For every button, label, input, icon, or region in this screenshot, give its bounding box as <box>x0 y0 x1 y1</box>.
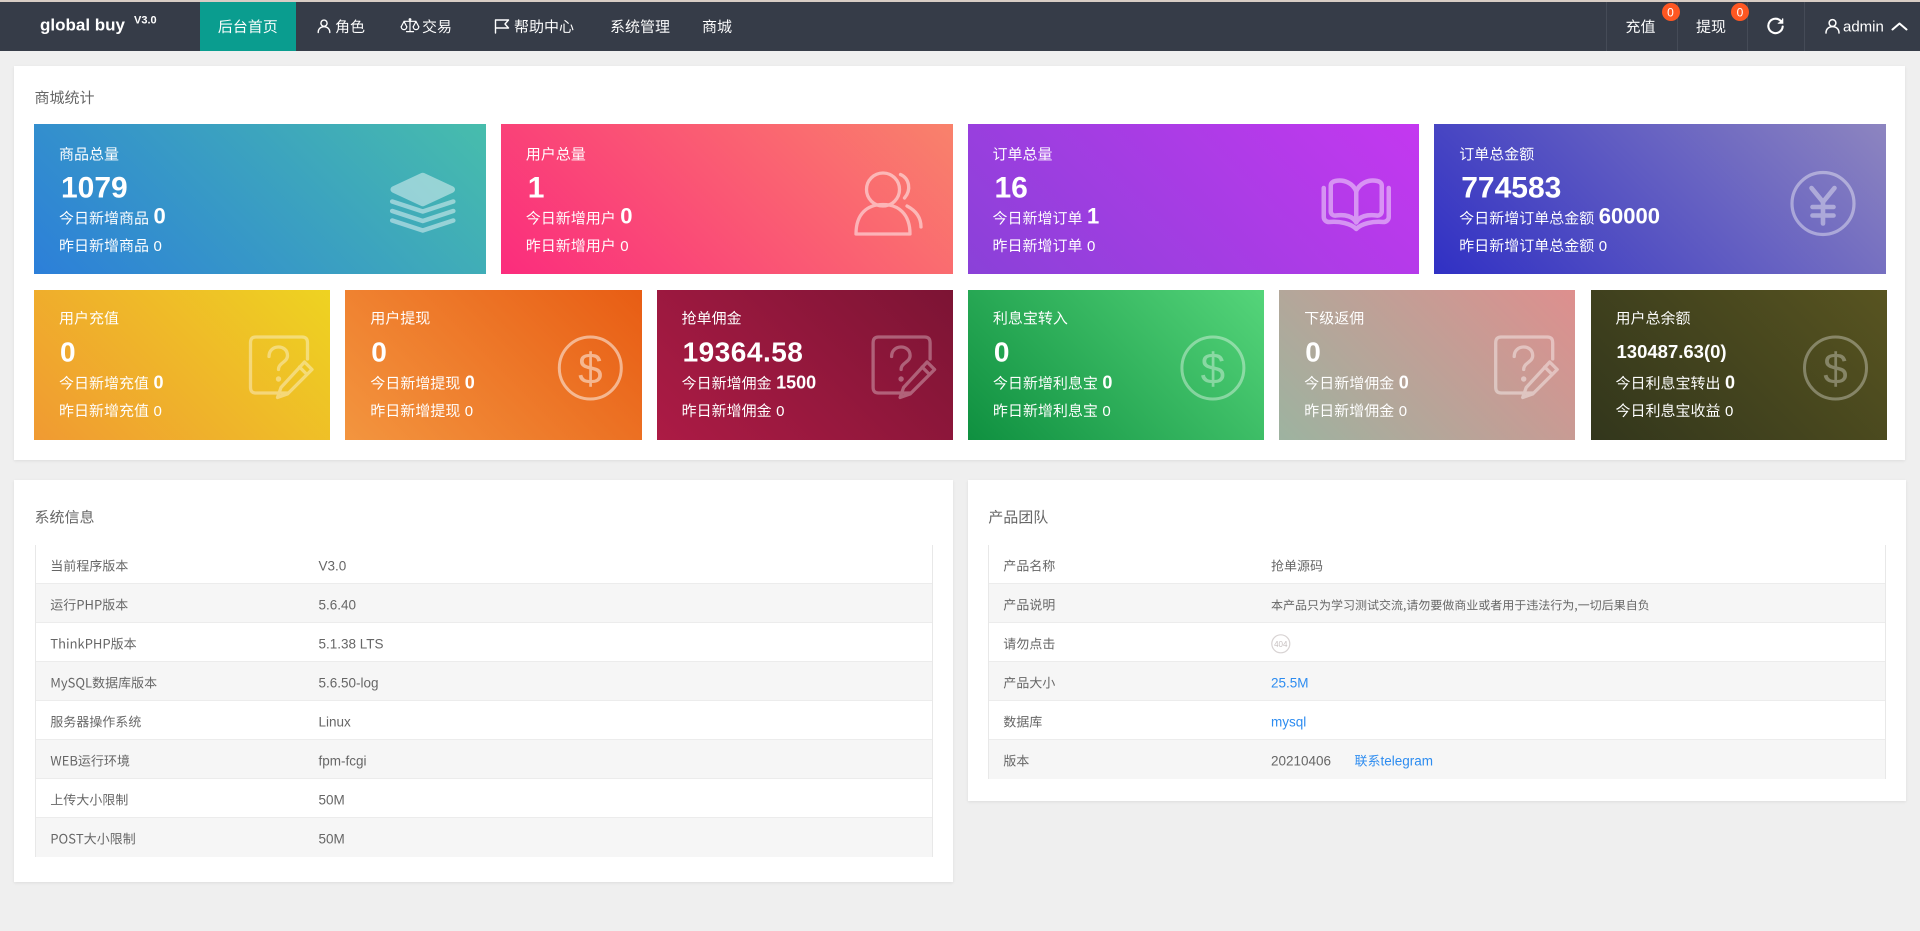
svg-text:0: 0 <box>154 238 162 255</box>
svg-text:0: 0 <box>1599 238 1607 255</box>
svg-text:5.1.38 LTS: 5.1.38 LTS <box>319 637 384 652</box>
svg-text:0: 0 <box>1399 403 1407 420</box>
svg-text:1: 1 <box>1087 204 1099 229</box>
svg-text:0: 0 <box>465 403 473 420</box>
svg-text:0: 0 <box>1725 403 1733 420</box>
svg-text:fpm-fcgi: fpm-fcgi <box>319 754 367 769</box>
svg-text:global buy: global buy <box>40 16 126 35</box>
svg-text:0: 0 <box>154 204 166 229</box>
svg-text:404: 404 <box>1274 640 1288 649</box>
svg-text:0: 0 <box>1087 238 1095 255</box>
svg-text:mysql: mysql <box>1271 715 1306 730</box>
svg-text:0: 0 <box>1399 373 1409 393</box>
svg-text:0: 0 <box>1737 5 1744 19</box>
svg-text:0: 0 <box>1102 373 1112 393</box>
svg-text:1079: 1079 <box>61 171 128 204</box>
svg-text:16: 16 <box>995 171 1028 204</box>
svg-text:5.6.40: 5.6.40 <box>319 598 357 613</box>
svg-text:50M: 50M <box>319 793 345 808</box>
svg-text:0: 0 <box>1667 5 1674 19</box>
svg-text:60000: 60000 <box>1599 204 1660 229</box>
svg-text:$: $ <box>578 345 602 394</box>
svg-text:0: 0 <box>60 337 76 368</box>
svg-text:130487.63(0): 130487.63(0) <box>1617 341 1727 362</box>
svg-text:5.6.50-log: 5.6.50-log <box>319 676 379 691</box>
svg-text:0: 0 <box>994 337 1010 368</box>
svg-text:50M: 50M <box>319 832 345 847</box>
svg-text:$: $ <box>1201 345 1225 394</box>
svg-text:0: 0 <box>776 403 784 420</box>
svg-text:telegram: telegram <box>1381 754 1434 769</box>
svg-text:admin: admin <box>1843 19 1884 36</box>
svg-text:0: 0 <box>620 238 628 255</box>
svg-text:0: 0 <box>154 403 162 420</box>
svg-text:0: 0 <box>1102 403 1110 420</box>
svg-text:0: 0 <box>371 337 387 368</box>
svg-text:$: $ <box>1823 345 1847 394</box>
svg-text:V3.0: V3.0 <box>134 15 157 27</box>
svg-text:0: 0 <box>620 204 632 229</box>
svg-text:0: 0 <box>1725 373 1735 393</box>
svg-text:1500: 1500 <box>776 373 816 393</box>
svg-text:19364.58: 19364.58 <box>683 337 804 368</box>
svg-text:0: 0 <box>1305 337 1321 368</box>
svg-text:Linux: Linux <box>319 715 352 730</box>
svg-text:20210406: 20210406 <box>1271 754 1331 769</box>
svg-text:0: 0 <box>465 373 475 393</box>
svg-text:V3.0: V3.0 <box>319 559 347 574</box>
svg-text:0: 0 <box>154 373 164 393</box>
svg-text:1: 1 <box>528 171 545 204</box>
svg-text:25.5M: 25.5M <box>1271 676 1309 691</box>
svg-text:774583: 774583 <box>1461 171 1561 204</box>
